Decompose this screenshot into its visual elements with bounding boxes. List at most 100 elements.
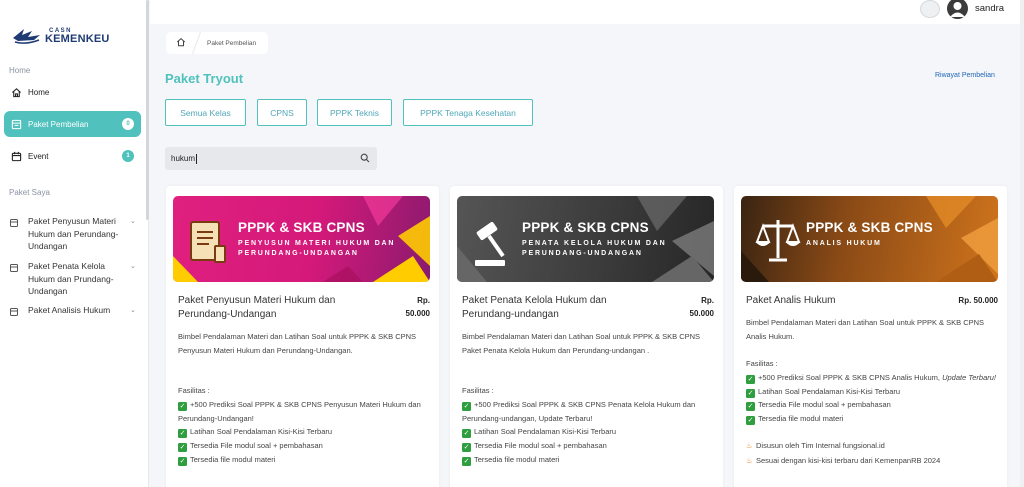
- feature-item: ✓ Tersedia file modul materi: [178, 454, 276, 466]
- price-prefix: Rp.: [701, 296, 714, 305]
- checkbox-icon: ✓: [746, 416, 755, 426]
- count-badge: 1: [122, 150, 134, 162]
- package-label: Paket Penata Kelola Hukum dan Prundang-U…: [28, 261, 114, 296]
- home-icon[interactable]: [176, 37, 186, 49]
- fire-icon: ♨: [746, 457, 753, 465]
- filter-pppk-teknis[interactable]: PPPK Teknis: [317, 99, 392, 126]
- package-icon: [10, 218, 19, 253]
- scale-icon: [755, 220, 801, 262]
- gavel-icon: [475, 221, 505, 266]
- feature-item: ✓ Tersedia File modul soal + pembahasan: [178, 441, 323, 453]
- package-title[interactable]: Paket Analis Hukum: [746, 294, 941, 308]
- feature-item: ✓ +500 Prediksi Soal PPPK & SKB CPNS Anal…: [746, 372, 996, 384]
- sidebar-scrollbar[interactable]: [146, 0, 149, 220]
- home-section-label: Home: [9, 66, 31, 75]
- features-label: Fasilitas :: [462, 386, 494, 395]
- package-description: Bimbel Pendalaman Materi dan Latihan Soa…: [462, 332, 701, 355]
- filter-cpns[interactable]: CPNS: [257, 99, 307, 126]
- features-list: Fasilitas : ✓ +500 Prediksi Soal PPPK & S…: [178, 384, 432, 467]
- brand-large: KEMENKEU: [45, 32, 110, 45]
- checkbox-icon: ✓: [178, 443, 187, 453]
- note-item: ♨ Disusun oleh Tim Internal fungsional.id: [746, 439, 1000, 454]
- features-label: Fasilitas :: [178, 386, 210, 395]
- checkbox-icon: ✓: [178, 429, 187, 439]
- checkbox-icon: ✓: [746, 374, 755, 384]
- brand-logo[interactable]: CASN KEMENKEU: [12, 26, 110, 46]
- package-description: Bimbel Pendalaman Materi dan Latihan Soa…: [746, 318, 985, 341]
- sidebar-package-item[interactable]: Paket Analisis Hukum ⌄: [10, 304, 138, 320]
- feature-item: ✓ Tersedia file modul materi: [746, 414, 844, 426]
- sidebar-package-item[interactable]: Paket Penata Kelola Hukum dan Prundang-U…: [10, 260, 138, 298]
- chevron-down-icon[interactable]: ⌄: [130, 261, 138, 298]
- topbar: [150, 0, 1024, 24]
- checkbox-icon: ✓: [462, 401, 471, 411]
- banner-subtitle: PENATA KELOLA HUKUM DAN PERUNDANG-UNDANG…: [522, 240, 667, 257]
- checkbox-icon: ✓: [178, 456, 187, 466]
- package-price: Rp. 50.000: [958, 296, 998, 305]
- feature-item: ✓ Tersedia File modul soal + pembahasan: [462, 441, 607, 453]
- checkbox-icon: ✓: [746, 402, 755, 412]
- filter-pppk-tenaga-kesehatan[interactable]: PPPK Tenaga Kesehatan: [403, 99, 533, 126]
- breadcrumb: Paket Pembelian: [166, 32, 269, 54]
- price-prefix: Rp.: [417, 296, 430, 305]
- filter-semua-kelas[interactable]: Semua Kelas: [165, 99, 246, 126]
- sidebar-package-item[interactable]: Paket Penyusun Materi Hukum dan Perundan…: [10, 215, 138, 253]
- package-card[interactable]: PPPK & SKB CPNS PENYUSUN MATERI HUKUM DA…: [166, 186, 439, 487]
- package-card[interactable]: PPPK & SKB CPNS ANALIS HUKUM Paket Anali…: [734, 186, 1007, 487]
- package-banner: PPPK & SKB CPNS ANALIS HUKUM: [741, 196, 998, 282]
- search-value: hukum: [171, 154, 196, 163]
- feature-item: ✓ Tersedia file modul materi: [462, 454, 560, 466]
- checkbox-icon: ✓: [746, 388, 755, 398]
- checkbox-icon: ✓: [462, 443, 471, 453]
- sidebar: CASN KEMENKEU Home Home Paket Pembelian …: [0, 0, 149, 487]
- cart-icon: [11, 119, 22, 130]
- banner-title: PPPK & SKB CPNS: [806, 220, 933, 235]
- feature-item: ✓ Tersedia File modul soal + pembahasan: [746, 400, 891, 412]
- banner-subtitle: PENYUSUN MATERI HUKUM DAN PERUNDANG-UNDA…: [238, 240, 396, 257]
- sidebar-item-home[interactable]: Home: [4, 79, 141, 105]
- price-value: 50.000: [405, 309, 430, 318]
- breadcrumb-current: Paket Pembelian: [207, 39, 257, 47]
- sidebar-item-label: Paket Pembelian: [28, 119, 89, 129]
- search-icon[interactable]: [360, 153, 370, 163]
- feature-item: ✓ +500 Prediksi Soal PPPK & SKB CPNS Pena…: [462, 399, 696, 423]
- sidebar-item-paket-pembelian[interactable]: Paket Pembelian 0: [4, 111, 141, 137]
- checkbox-icon: ✓: [178, 401, 187, 411]
- feature-item: ✓ Latihan Soal Pendalaman Kisi-Kisi Terba…: [462, 427, 617, 439]
- features-label: Fasilitas :: [746, 359, 778, 368]
- calendar-icon: [11, 151, 22, 162]
- package-label: Paket Analisis Hukum: [28, 305, 111, 315]
- page-scrollbar[interactable]: [1020, 0, 1024, 487]
- package-banner: PPPK & SKB CPNS PENATA KELOLA HUKUM DAN …: [457, 196, 714, 282]
- package-title[interactable]: Paket Penyusun Materi Hukum dan Perundan…: [178, 294, 373, 322]
- paket-saya-section-label: Paket Saya: [9, 188, 50, 197]
- package-price: Rp. 50.000: [406, 294, 430, 320]
- chevron-down-icon[interactable]: ⌄: [130, 216, 138, 253]
- home-icon: [11, 87, 22, 98]
- package-icon: [10, 263, 19, 298]
- scroll-icon: [190, 221, 226, 263]
- chevron-down-icon[interactable]: ⌄: [130, 305, 138, 320]
- banner-subtitle: ANALIS HUKUM: [806, 240, 882, 247]
- count-badge: 0: [122, 118, 134, 130]
- username[interactable]: sandra: [975, 3, 1004, 14]
- features-list: Fasilitas : ✓ +500 Prediksi Soal PPPK & S…: [746, 357, 1000, 469]
- features-list: Fasilitas : ✓ +500 Prediksi Soal PPPK & S…: [462, 384, 716, 467]
- sidebar-item-label: Home: [28, 87, 50, 97]
- sidebar-item-label: Event: [28, 151, 49, 161]
- sidebar-item-event[interactable]: Event 1: [4, 143, 141, 169]
- package-label: Paket Penyusun Materi Hukum dan Perundan…: [28, 216, 119, 251]
- breadcrumb-separator: [191, 32, 202, 54]
- search-input[interactable]: hukum: [165, 147, 377, 170]
- purchase-history-link[interactable]: Riwayat Pembelian: [935, 72, 995, 79]
- note-item: ♨ Sesuai dengan kisi-kisi terbaru dari Ke…: [746, 454, 1000, 469]
- package-card[interactable]: PPPK & SKB CPNS PENATA KELOLA HUKUM DAN …: [450, 186, 723, 487]
- app-root: CASN KEMENKEU Home Home Paket Pembelian …: [0, 0, 1024, 487]
- package-banner: PPPK & SKB CPNS PENYUSUN MATERI HUKUM DA…: [173, 196, 430, 282]
- package-title[interactable]: Paket Penata Kelola Hukum dan Perundang-…: [462, 294, 657, 322]
- banner-title: PPPK & SKB CPNS: [522, 220, 649, 235]
- price-value: 50.000: [689, 309, 714, 318]
- checkbox-icon: ✓: [462, 429, 471, 439]
- notification-icon[interactable]: [920, 0, 940, 18]
- feature-item: ✓ +500 Prediksi Soal PPPK & SKB CPNS Peny…: [178, 399, 421, 423]
